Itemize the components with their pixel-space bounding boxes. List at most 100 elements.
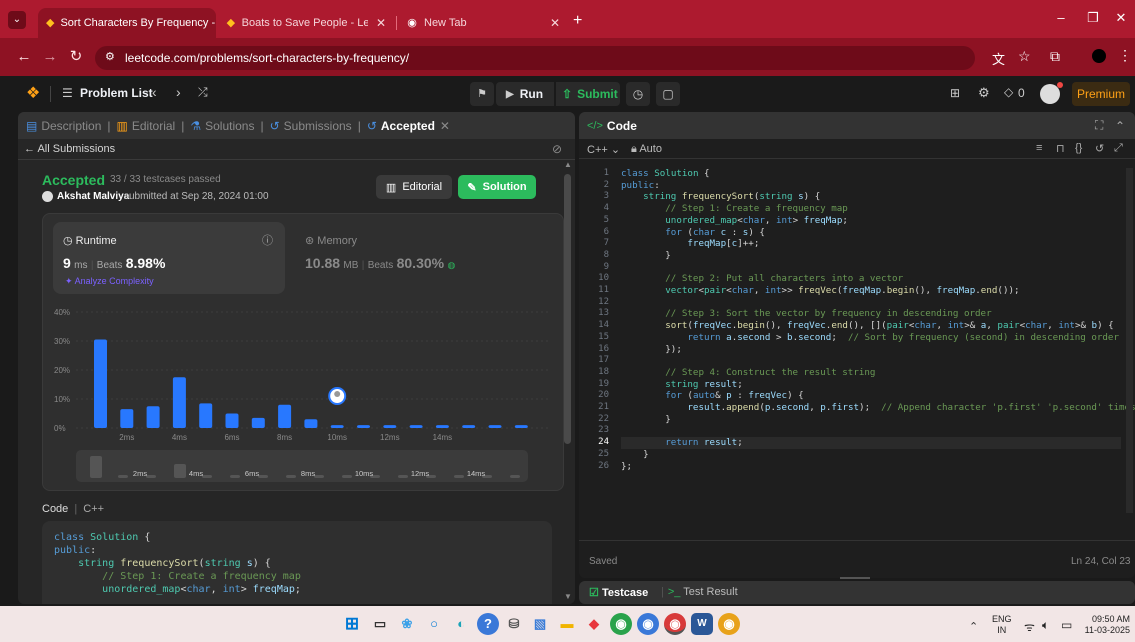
bookmark-star-icon[interactable]: ☆ [1018, 48, 1031, 65]
settings-icon[interactable]: ⚙ [978, 85, 990, 101]
minimize-button[interactable]: – [1046, 10, 1076, 25]
tray-overflow-icon[interactable]: ⌃ [969, 620, 978, 633]
edge-icon[interactable]: ◐ [450, 613, 472, 635]
browser-tab-2[interactable]: ◉ New Tab ✕ [398, 8, 568, 38]
browser-tab-1[interactable]: ◆ Boats to Save People - LeetCod ✕ [218, 8, 394, 38]
chrome-icon-3[interactable]: ◉ [664, 613, 686, 635]
browser-tab-0[interactable]: ◆ Sort Characters By Frequency - ✕ [38, 8, 216, 38]
runtime-range-slider[interactable]: 2ms 4ms 6ms 8ms 10ms 12ms 14ms [76, 450, 528, 482]
close-accepted-tab-icon[interactable]: ✕ [440, 119, 450, 133]
scrollbar-thumb[interactable] [564, 174, 571, 444]
prev-problem-icon[interactable]: ‹ [152, 84, 157, 100]
analyze-complexity-link[interactable]: ✦ Analyze Complexity [65, 276, 154, 287]
chart-bar[interactable] [435, 425, 449, 428]
chrome-icon-1[interactable]: ◉ [610, 613, 632, 635]
code-editor[interactable]: 1 class Solution {2 public: 3 string freque… [579, 168, 1135, 518]
chrome-icon-2[interactable]: ◉ [637, 613, 659, 635]
close-tab-icon[interactable]: ✕ [368, 16, 386, 30]
coin-icon[interactable]: ◇ [1004, 85, 1013, 99]
site-info-icon[interactable]: ⚙ [105, 50, 115, 63]
forward-arrow-icon[interactable]: → [40, 47, 60, 67]
chart-bar[interactable] [146, 406, 160, 428]
problem-list-icon[interactable]: ☰ [62, 86, 73, 100]
chart-bar[interactable] [251, 417, 265, 428]
chrome-icon-4[interactable]: ◉ [718, 613, 740, 635]
author-name[interactable]: Akshat Malviya [57, 191, 129, 202]
widgets-icon[interactable]: ❀ [396, 613, 418, 635]
new-tab-button[interactable]: + [573, 12, 582, 30]
extensions-icon[interactable]: ⧉ [1050, 48, 1060, 65]
reload-icon[interactable]: ↻ [66, 47, 86, 67]
scroll-down-icon[interactable]: ▼ [564, 592, 572, 601]
chart-bar[interactable] [172, 377, 186, 428]
browser-menu-icon[interactable]: ⋮ [1118, 47, 1132, 64]
bookmark-icon[interactable]: ⊓ [1056, 142, 1065, 155]
clock[interactable]: 09:50 AM 11-03-2025 [1080, 614, 1130, 636]
chart-bar[interactable] [199, 403, 213, 428]
tab-description[interactable]: Description [41, 119, 101, 133]
auto-mode[interactable]: 🔒︎ Auto [631, 143, 662, 156]
cortana-icon[interactable]: ○ [423, 613, 445, 635]
chart-bar[interactable] [278, 404, 292, 428]
tab-editorial[interactable]: Editorial [132, 119, 175, 133]
app-diamond-icon[interactable]: ◆ [583, 613, 605, 635]
memory-label[interactable]: ⊛ Memory [305, 234, 357, 247]
solution-button[interactable]: ✎ Solution [458, 175, 536, 199]
layout-icon[interactable]: ⊞ [950, 86, 960, 100]
fullscreen-icon[interactable]: ⛶ [1095, 118, 1103, 133]
chart-bar[interactable] [488, 425, 502, 428]
battery-icon[interactable]: ▭ [1061, 618, 1072, 632]
tab-search-button[interactable]: ⌄ [8, 11, 26, 29]
submit-button[interactable]: ⇧ Submit [556, 82, 620, 106]
back-to-submissions[interactable]: ← All Submissions [24, 143, 115, 155]
debug-icon[interactable]: ⚑ [470, 82, 494, 106]
premium-button[interactable]: Premium [1072, 82, 1130, 106]
collapse-icon[interactable]: ⌃ [1115, 119, 1125, 133]
word-icon[interactable]: W [691, 613, 713, 635]
chart-bar[interactable] [304, 419, 318, 428]
address-bar[interactable]: ⚙ leetcode.com/problems/sort-characters-… [95, 46, 975, 70]
close-tab-icon[interactable]: ✕ [542, 16, 560, 30]
chart-bar[interactable] [383, 425, 397, 428]
editorial-button[interactable]: ▥ Editorial [376, 175, 452, 199]
tab-accepted[interactable]: Accepted [381, 119, 435, 133]
chart-bar[interactable] [409, 425, 423, 428]
reset-icon[interactable]: ↺ [1095, 142, 1104, 155]
close-window-button[interactable]: ✕ [1106, 10, 1135, 26]
store-icon[interactable]: ⛁ [503, 613, 525, 635]
chart-bar[interactable] [120, 409, 134, 428]
panel-resize-handle[interactable] [840, 577, 870, 579]
back-arrow-icon[interactable]: ← [14, 47, 34, 67]
profile-avatar[interactable] [1092, 49, 1106, 63]
windows-start-icon[interactable]: ⊞ [341, 613, 363, 635]
close-tab-icon[interactable]: ✕ [215, 16, 216, 30]
file-explorer-icon[interactable]: ▬ [556, 613, 578, 635]
shuffle-icon[interactable]: ⤮ [198, 85, 208, 100]
chart-bar[interactable] [225, 413, 239, 429]
scroll-up-icon[interactable]: ▲ [564, 160, 572, 169]
task-view-icon[interactable]: ▭ [369, 613, 391, 635]
chart-bar[interactable] [462, 425, 476, 428]
braces-icon[interactable]: {} [1075, 142, 1082, 154]
chart-bar[interactable] [94, 339, 107, 428]
language-select[interactable]: C++ ⌄ [587, 143, 620, 156]
help-icon[interactable]: ? [477, 613, 499, 635]
language-indicator[interactable]: ENG IN [992, 614, 1012, 636]
wifi-icon[interactable]: ᯤ [1024, 618, 1035, 635]
maximize-button[interactable]: ❐ [1078, 10, 1108, 26]
next-problem-icon[interactable]: › [176, 84, 181, 100]
tab-solutions[interactable]: Solutions [205, 119, 254, 133]
notes-icon[interactable]: ▢ [656, 82, 680, 106]
chart-bar[interactable] [330, 425, 344, 428]
tab-test-result[interactable]: | >_ Test Result [661, 586, 738, 598]
problem-list-link[interactable]: Problem List [80, 86, 153, 100]
chart-bar[interactable] [357, 425, 370, 428]
translate-icon[interactable]: 文 [992, 49, 1005, 68]
info-icon[interactable]: ⓘ [262, 232, 273, 248]
leetcode-logo-icon[interactable]: ❖ [26, 83, 40, 103]
editor-scrollbar[interactable] [1126, 168, 1133, 513]
chart-bar[interactable] [514, 425, 528, 428]
expand-icon[interactable]: ⤢ [1114, 142, 1123, 155]
timer-icon[interactable]: ◷ [626, 82, 650, 106]
share-link-icon[interactable]: ⊘ [552, 142, 562, 156]
